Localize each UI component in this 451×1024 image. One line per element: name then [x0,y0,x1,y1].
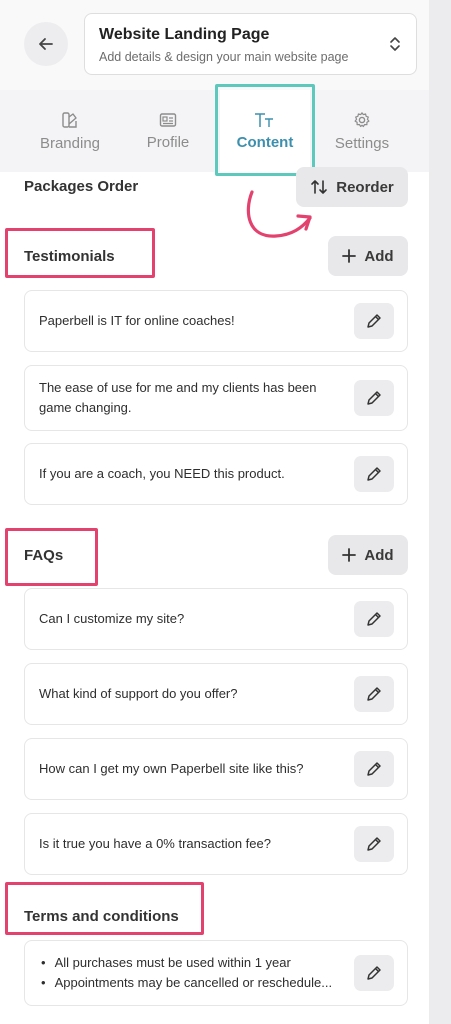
testimonials-title: Testimonials [24,248,115,265]
back-button[interactable] [24,22,68,66]
terms-bullet-list: All purchases must be used within 1 year… [39,953,333,993]
edit-button[interactable] [354,826,394,862]
testimonial-item: If you are a coach, you NEED this produc… [24,443,408,505]
terms-title: Terms and conditions [24,908,179,925]
pencil-icon [367,687,381,701]
plus-icon [342,548,357,562]
page-select[interactable]: Website Landing Page Add details & desig… [84,13,417,75]
tab-branding-label: Branding [39,134,101,152]
page-subtitle: Add details & design your main website p… [99,50,349,64]
edit-button[interactable] [354,751,394,787]
faq-text: Is it true you have a 0% transaction fee… [39,836,271,851]
header: Website Landing Page Add details & desig… [0,0,429,90]
tab-settings-label: Settings [334,134,390,152]
edit-button[interactable] [354,380,394,416]
editor-panel: Website Landing Page Add details & desig… [0,0,429,1024]
testimonial-text: If you are a coach, you NEED this produc… [39,466,285,481]
faqs-title: FAQs [24,547,64,564]
faq-item: How can I get my own Paperbell site like… [24,738,408,800]
pencil-icon [367,966,381,980]
faq-item: Can I customize my site? [24,588,408,650]
faq-item: Is it true you have a 0% transaction fee… [24,813,408,875]
content-tab-highlight [215,84,315,176]
tab-settings[interactable]: Settings [312,90,412,172]
edit-button[interactable] [354,955,394,991]
id-card-icon [159,112,177,127]
pencil-icon [367,612,381,626]
packages-order-title: Packages Order [24,178,139,195]
pencil-icon [367,314,381,328]
faq-text: What kind of support do you offer? [39,686,238,701]
testimonial-text: Paperbell is IT for online coaches! [39,313,235,328]
add-testimonial-button[interactable]: Add [328,236,408,276]
tab-profile[interactable]: Profile [118,90,218,172]
palette-icon [62,111,77,128]
tab-profile-label: Profile [146,133,190,151]
page-title: Website Landing Page [99,26,270,43]
gear-icon [354,111,370,127]
chevron-up-down-icon [390,37,400,51]
add-label: Add [364,546,394,564]
tab-branding[interactable]: Branding [20,90,120,172]
pencil-icon [367,837,381,851]
terms-bullet: Appointments may be cancelled or resched… [39,973,333,993]
arrow-left-icon [39,38,53,50]
testimonial-text: The ease of use for me and my clients ha… [39,380,317,415]
faq-text: Can I customize my site? [39,611,185,626]
right-scroll-strip [429,0,451,1024]
edit-button[interactable] [354,676,394,712]
curved-arrow-icon [246,190,312,238]
terms-item: All purchases must be used within 1 year… [24,940,408,1006]
pencil-icon [367,391,381,405]
edit-button[interactable] [354,601,394,637]
pencil-icon [367,762,381,776]
faq-text: How can I get my own Paperbell site like… [39,761,304,776]
testimonial-item: The ease of use for me and my clients ha… [24,365,408,431]
reorder-label: Reorder [336,178,394,196]
terms-bullet: All purchases must be used within 1 year [39,953,332,973]
testimonial-item: Paperbell is IT for online coaches! [24,290,408,352]
faq-item: What kind of support do you offer? [24,663,408,725]
edit-button[interactable] [354,303,394,339]
add-label: Add [364,247,394,265]
plus-icon [342,249,357,263]
edit-button[interactable] [354,456,394,492]
pencil-icon [367,467,381,481]
add-faq-button[interactable]: Add [328,535,408,575]
